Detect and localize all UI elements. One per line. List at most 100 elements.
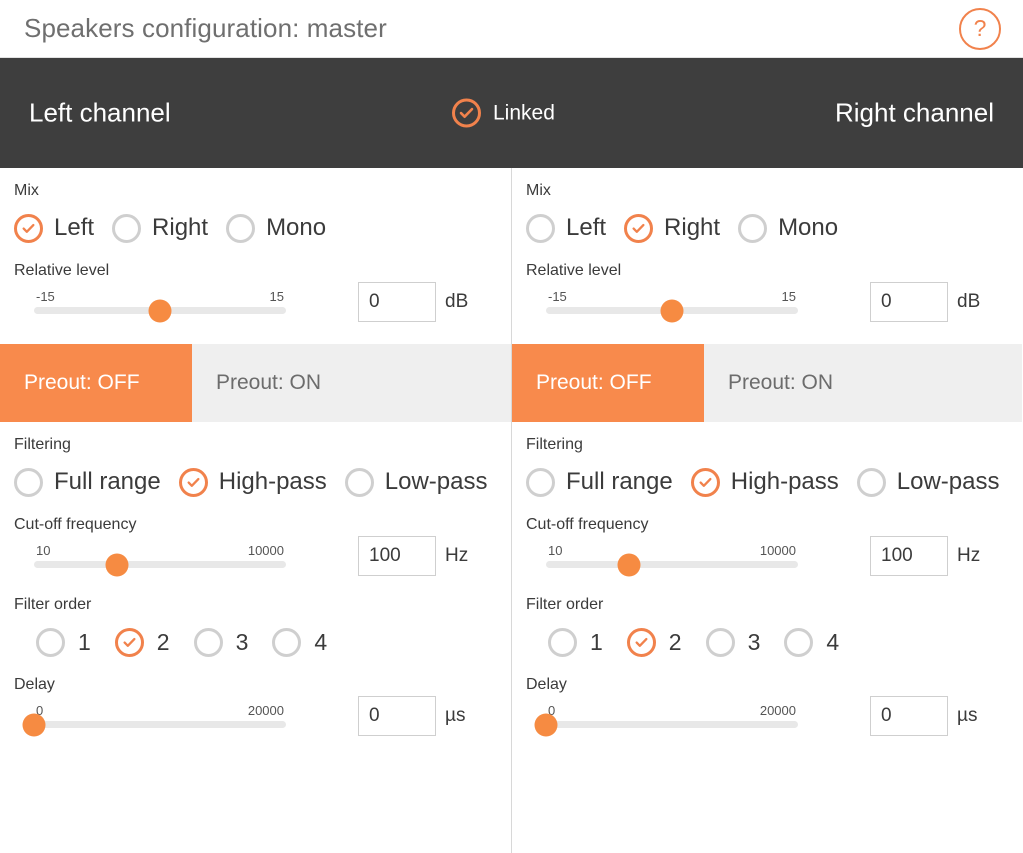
help-icon[interactable]: ? [959, 7, 1001, 50]
cutoff-slider-box: 10 10000 [14, 543, 286, 582]
cutoff-input[interactable] [870, 536, 948, 576]
radio-unselected-icon [112, 213, 142, 243]
title-bar: Speakers configuration: master ? [0, 0, 1023, 58]
relative-level-thumb[interactable] [148, 299, 172, 322]
radio-unselected-icon [193, 627, 223, 657]
cutoff-ticks: 10 10000 [546, 543, 798, 561]
relative-level-unit: dB [957, 291, 981, 312]
filter-order-option-4[interactable]: 4 [272, 627, 351, 657]
filter-order-option-3-label: 3 [747, 628, 761, 655]
filtering-option-full-range[interactable]: Full range [14, 467, 179, 497]
relative-level-input[interactable] [870, 282, 948, 322]
mix-option-left-label: Left [54, 214, 95, 241]
filter-order-label: Filter order [526, 596, 604, 613]
delay-input[interactable] [358, 696, 436, 736]
relative-level-min: -15 [548, 289, 567, 304]
filter-order-option-2[interactable]: 2 [626, 627, 706, 657]
radio-unselected-icon [784, 627, 814, 657]
mix-label: Mix [14, 182, 39, 199]
mix-option-mono[interactable]: Mono [226, 213, 344, 243]
filter-order-option-1[interactable]: 1 [36, 627, 115, 657]
filtering-option-full-range-label: Full range [54, 468, 161, 495]
delay-thumb[interactable] [534, 713, 558, 736]
mix-option-right[interactable]: Right [624, 213, 738, 243]
mix-option-right[interactable]: Right [112, 213, 226, 243]
channel-panels: Mix Left Right Mono Relative level -15 1… [0, 168, 1023, 853]
relative-level-unit: dB [445, 291, 469, 312]
filter-order-option-3[interactable]: 3 [705, 627, 785, 657]
mix-option-left[interactable]: Left [14, 213, 112, 243]
preout-off-tab[interactable]: Preout: OFF [0, 344, 192, 422]
preout-on-tab[interactable]: Preout: ON [704, 344, 857, 422]
radio-unselected-icon [272, 627, 302, 657]
filtering-option-low-pass-label: Low-pass [896, 468, 1000, 495]
delay-slider-box: 0 20000 [14, 703, 286, 742]
cutoff-group: 10 10000 Hz [14, 536, 497, 582]
preout-off-tab[interactable]: Preout: OFF [512, 344, 704, 422]
delay-max: 20000 [759, 703, 796, 718]
cutoff-slider-box: 10 10000 [526, 543, 798, 582]
radio-unselected-icon [856, 467, 886, 497]
filtering-label: Filtering [526, 436, 583, 453]
filtering-option-full-range[interactable]: Full range [526, 467, 691, 497]
filter-order-option-3-label: 3 [235, 628, 249, 655]
cutoff-slider[interactable] [546, 553, 798, 576]
filter-order-option-2[interactable]: 2 [114, 627, 194, 657]
filtering-option-high-pass[interactable]: High-pass [690, 467, 857, 497]
filter-order-option-4-label: 4 [826, 628, 840, 655]
filtering-option-high-pass[interactable]: High-pass [178, 467, 345, 497]
relative-level-max: 15 [781, 289, 796, 304]
delay-unit: µs [957, 705, 978, 726]
mix-option-mono[interactable]: Mono [738, 213, 856, 243]
relative-level-group: -15 15 dB [14, 282, 497, 328]
cutoff-thumb[interactable] [105, 553, 129, 576]
delay-slider[interactable] [22, 713, 286, 736]
preout-on-tab[interactable]: Preout: ON [192, 344, 345, 422]
filtering-option-low-pass-label: Low-pass [384, 468, 488, 495]
relative-level-thumb[interactable] [660, 299, 684, 322]
delay-value-wrap: µs [358, 696, 465, 736]
filter-order-option-3[interactable]: 3 [193, 627, 273, 657]
delay-thumb[interactable] [22, 713, 46, 736]
filtering-option-low-pass[interactable]: Low-pass [856, 467, 1018, 497]
mix-radio-group: Left Right Mono [526, 208, 1008, 248]
cutoff-input[interactable] [358, 536, 436, 576]
filter-order-label: Filter order [14, 596, 92, 613]
linked-label: Linked [493, 101, 555, 124]
filtering-option-low-pass[interactable]: Low-pass [344, 467, 506, 497]
relative-level-slider-box: -15 15 [526, 289, 798, 328]
delay-ticks: 0 20000 [34, 703, 286, 721]
linked-toggle[interactable]: Linked [452, 98, 555, 128]
filtering-radio-group: Full range High-pass Low-pass [14, 462, 497, 502]
relative-level-label: Relative level [526, 262, 622, 279]
cutoff-unit: Hz [957, 545, 981, 566]
delay-input[interactable] [870, 696, 948, 736]
relative-level-group: -15 15 dB [526, 282, 1008, 328]
cutoff-min: 10 [548, 543, 563, 558]
check-circle-icon [452, 98, 481, 128]
filtering-option-full-range-label: Full range [566, 468, 673, 495]
mix-option-left[interactable]: Left [526, 213, 624, 243]
delay-slider[interactable] [534, 713, 798, 736]
filter-order-option-4[interactable]: 4 [784, 627, 863, 657]
cutoff-thumb[interactable] [617, 553, 641, 576]
filter-order-option-1[interactable]: 1 [548, 627, 627, 657]
radio-unselected-icon [705, 627, 735, 657]
delay-max: 20000 [247, 703, 284, 718]
filtering-option-high-pass-label: High-pass [218, 468, 327, 495]
mix-option-right-label: Right [152, 214, 209, 241]
cutoff-slider[interactable] [34, 553, 286, 576]
relative-level-slider[interactable] [34, 299, 286, 322]
radio-unselected-icon [548, 627, 577, 657]
filter-order-radio-group: 1 2 3 4 [526, 622, 1008, 662]
relative-level-slider[interactable] [546, 299, 798, 322]
cutoff-label: Cut-off frequency [526, 516, 649, 533]
cutoff-ticks: 10 10000 [34, 543, 286, 561]
cutoff-group: 10 10000 Hz [526, 536, 1008, 582]
relative-level-input[interactable] [358, 282, 436, 322]
radio-unselected-icon [344, 467, 374, 497]
radio-selected-icon [626, 627, 656, 657]
relative-level-value-wrap: dB [870, 282, 980, 322]
left-channel-title: Left channel [29, 97, 171, 128]
mix-radio-group: Left Right Mono [14, 208, 497, 248]
